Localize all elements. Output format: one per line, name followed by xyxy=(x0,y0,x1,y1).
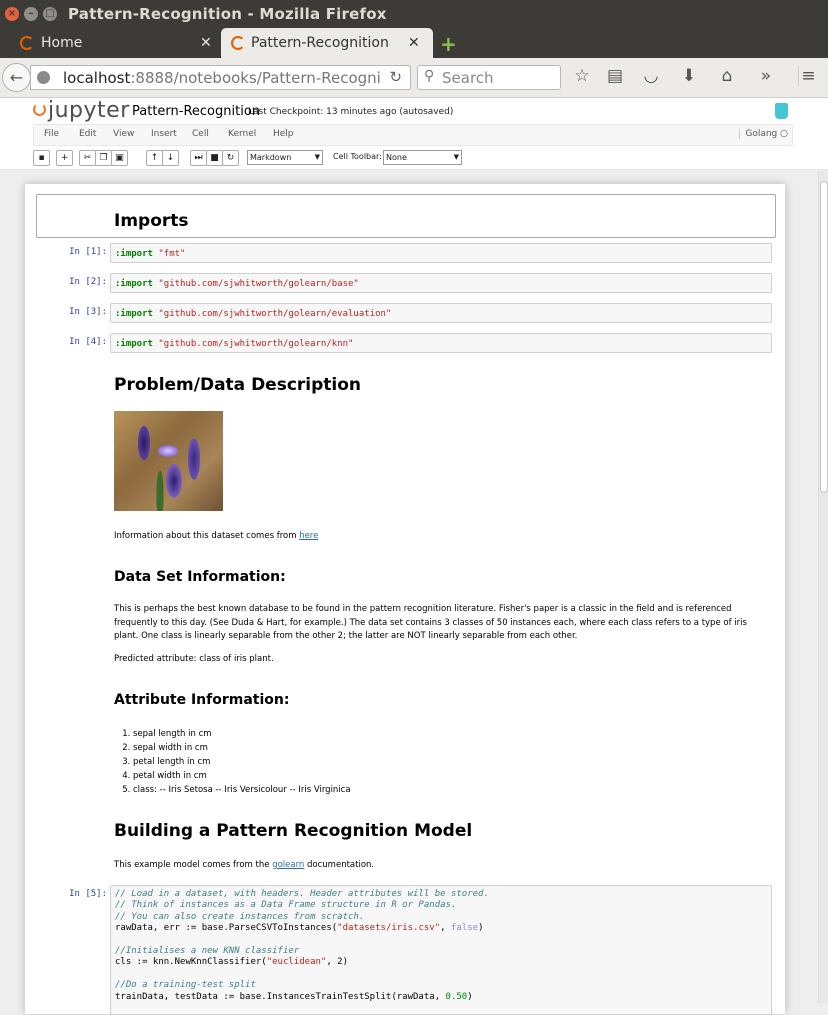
golearn-link[interactable]: golearn xyxy=(272,860,304,870)
copy-icon[interactable]: ❐ xyxy=(95,150,112,166)
close-tab-icon[interactable]: ✕ xyxy=(408,28,420,58)
list-item: petal length in cm xyxy=(133,755,351,769)
list-item: sepal width in cm xyxy=(133,741,351,755)
cell-toolbar-select[interactable]: None ▼ xyxy=(383,150,462,165)
cell-toolbar-label: Cell Toolbar: xyxy=(333,152,382,161)
move-down-icon[interactable]: ↓ xyxy=(162,150,179,166)
list-item: petal width in cm xyxy=(133,769,351,783)
cell-type-select[interactable]: Markdown ▼ xyxy=(247,150,323,165)
menu-help[interactable]: Help xyxy=(273,129,294,139)
here-link[interactable]: here xyxy=(299,531,318,541)
bookmark-star-icon[interactable]: ☆ xyxy=(572,66,592,86)
checkpoint-status: Last Checkpoint: 13 minutes ago (autosav… xyxy=(248,107,454,117)
minimize-window-button[interactable]: – xyxy=(24,7,38,21)
model-heading: Building a Pattern Recognition Model xyxy=(114,821,473,841)
menu-edit[interactable]: Edit xyxy=(79,129,96,139)
move-up-icon[interactable]: ↑ xyxy=(146,150,163,166)
tab-home[interactable]: Home ✕ xyxy=(0,28,220,58)
overflow-icon[interactable]: » xyxy=(756,66,776,86)
tab-label: Pattern-Recognition xyxy=(251,35,389,51)
jupyter-header: jupyter Pattern-Recognition Last Checkpo… xyxy=(0,98,828,170)
predicted-paragraph: Predicted attribute: class of iris plant… xyxy=(114,654,274,664)
window-titlebar: × – □ Pattern-Recognition - Mozilla Fire… xyxy=(0,0,828,28)
maximize-window-button[interactable]: □ xyxy=(43,7,57,21)
list-item: class: -- Iris Setosa -- Iris Versicolou… xyxy=(133,783,351,797)
menu-kernel[interactable]: Kernel xyxy=(228,129,256,139)
notebook-area: Imports In [1]: :import "fmt" In [2]: :i… xyxy=(0,171,818,1015)
pocket-icon[interactable]: ◡ xyxy=(641,66,661,86)
code-cell-4[interactable]: :import "github.com/sjwhitworth/golearn/… xyxy=(110,333,772,353)
insert-cell-icon[interactable]: + xyxy=(56,150,73,166)
code-cell-1[interactable]: :import "fmt" xyxy=(110,243,772,263)
firefox-icon xyxy=(231,36,245,50)
attribute-heading: Attribute Information: xyxy=(114,692,290,708)
problem-heading: Problem/Data Description xyxy=(114,375,362,395)
attribute-list: sepal length in cm sepal width in cm pet… xyxy=(133,727,351,797)
window-title: Pattern-Recognition - Mozilla Firefox xyxy=(68,5,387,23)
hamburger-menu-icon[interactable]: ≡ xyxy=(798,66,818,86)
url-text[interactable]: localhost:8888/notebooks/Pattern-Recogni xyxy=(63,69,381,87)
url-bar[interactable]: localhost:8888/notebooks/Pattern-Recogni… xyxy=(30,65,411,90)
tab-label: Home xyxy=(41,35,83,51)
notebook-name[interactable]: Pattern-Recognition xyxy=(132,104,260,119)
run-icon[interactable]: ⏭ xyxy=(190,150,207,166)
restart-icon[interactable]: ↻ xyxy=(222,150,239,166)
tab-bar: Home ✕ Pattern-Recognition ✕ + xyxy=(0,28,828,58)
jupyter-logo-icon[interactable] xyxy=(33,103,46,116)
notebook-page: Imports In [1]: :import "fmt" In [2]: :i… xyxy=(25,184,785,1015)
kernel-indicator: Golang ○ xyxy=(739,129,788,139)
home-icon[interactable]: ⌂ xyxy=(717,66,737,86)
menu-view[interactable]: View xyxy=(113,129,134,139)
close-window-button[interactable]: × xyxy=(5,7,19,21)
save-icon[interactable]: ▪ xyxy=(33,150,50,166)
downloads-icon[interactable]: ⬇ xyxy=(679,66,699,86)
menu-bar: File Edit View Insert Cell Kernel Help G… xyxy=(33,124,793,146)
info-paragraph: Information about this dataset comes fro… xyxy=(114,531,319,541)
tab-pattern-recognition[interactable]: Pattern-Recognition ✕ xyxy=(221,28,433,58)
back-button[interactable]: ← xyxy=(2,63,31,92)
scrollbar-thumb[interactable] xyxy=(820,181,828,493)
list-item: sepal length in cm xyxy=(133,727,351,741)
menu-cell[interactable]: Cell xyxy=(192,129,209,139)
search-placeholder: Search xyxy=(442,69,494,87)
dataset-heading: Data Set Information: xyxy=(114,569,286,585)
cell-prompt: In [3]: xyxy=(69,307,107,317)
navigation-bar: localhost:8888/notebooks/Pattern-Recogni… xyxy=(0,58,828,98)
reading-list-icon[interactable]: ▤ xyxy=(605,66,625,86)
cell-prompt: In [1]: xyxy=(69,247,107,257)
iris-flower-image xyxy=(114,411,223,511)
code-cell-5[interactable]: // Load in a dataset, with headers. Head… xyxy=(110,885,772,1015)
search-bar[interactable]: ⚲ Search xyxy=(417,65,561,90)
cell-prompt: In [5]: xyxy=(69,889,107,899)
interrupt-icon[interactable]: ■ xyxy=(206,150,223,166)
code-cell-2[interactable]: :import "github.com/sjwhitworth/golearn/… xyxy=(110,273,772,293)
reload-icon[interactable]: ↻ xyxy=(389,68,402,86)
cell-prompt: In [2]: xyxy=(69,277,107,287)
cut-icon[interactable]: ✂ xyxy=(79,150,96,166)
imports-heading: Imports xyxy=(114,211,189,231)
menu-file[interactable]: File xyxy=(44,129,59,139)
code-cell-3[interactable]: :import "github.com/sjwhitworth/golearn/… xyxy=(110,303,772,323)
kernel-status-icon xyxy=(775,103,788,119)
new-tab-icon[interactable]: + xyxy=(440,32,457,56)
notebook-scrollbar[interactable] xyxy=(818,171,828,1003)
close-tab-icon[interactable]: ✕ xyxy=(200,28,212,58)
firefox-icon xyxy=(20,36,34,50)
cell-prompt: In [4]: xyxy=(69,337,107,347)
menu-insert[interactable]: Insert xyxy=(151,129,177,139)
site-info-icon[interactable] xyxy=(37,71,50,84)
notebook-toolbar: ▪ + ✂ ❐ ▣ ↑ ↓ ⏭ ■ ↻ Markdown ▼ Cell Toolb… xyxy=(33,150,793,168)
dataset-paragraph: This is perhaps the best known database … xyxy=(114,604,747,641)
paste-icon[interactable]: ▣ xyxy=(111,150,128,166)
jupyter-logo-text[interactable]: jupyter xyxy=(48,98,130,123)
model-paragraph: This example model comes from the golear… xyxy=(114,860,375,870)
search-icon: ⚲ xyxy=(424,68,435,84)
